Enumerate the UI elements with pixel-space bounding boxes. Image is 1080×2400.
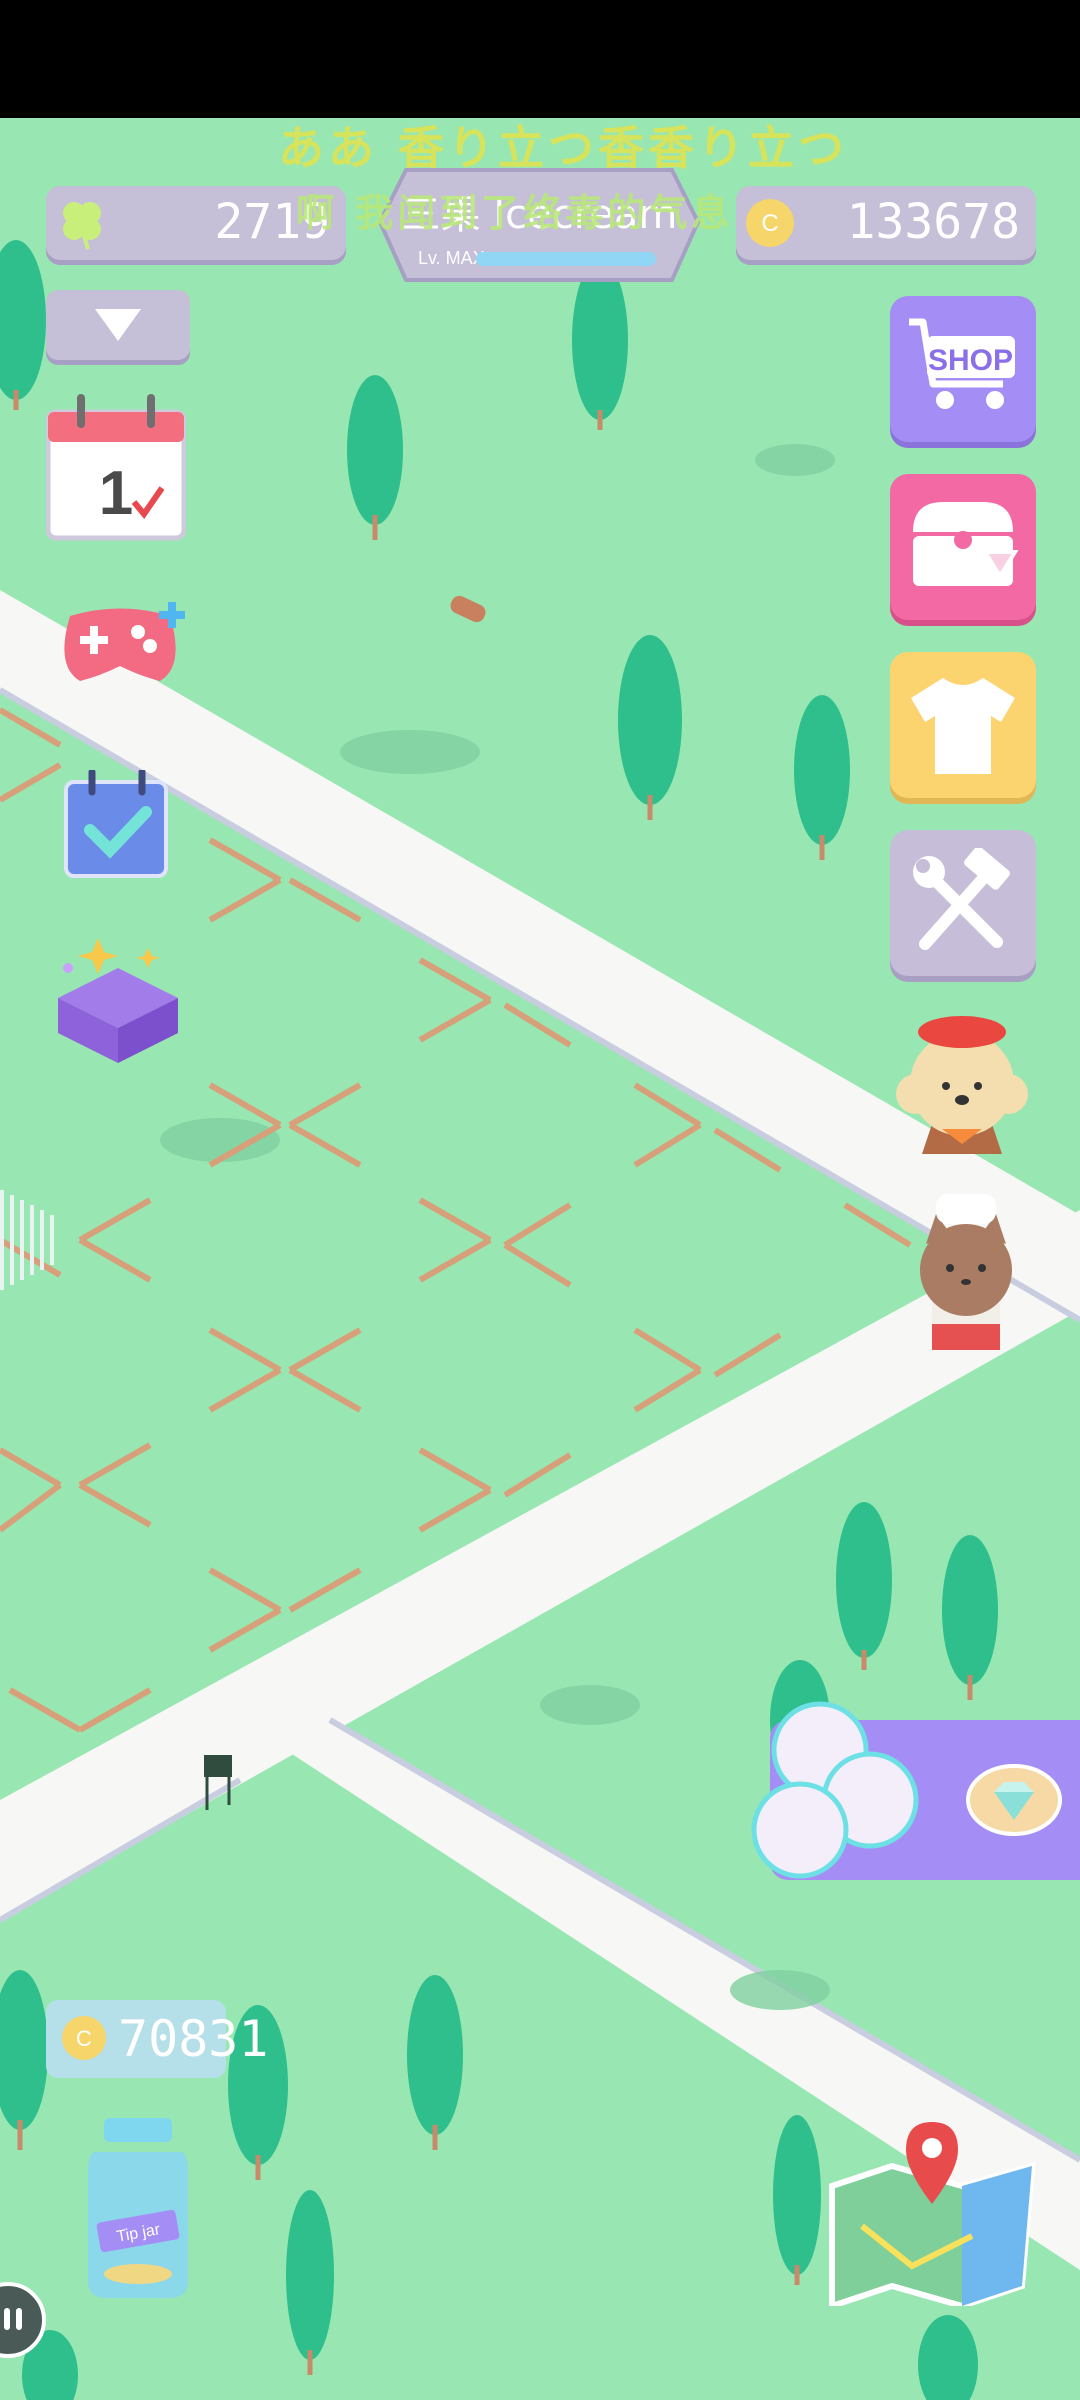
chat-button[interactable] <box>0 2280 46 2360</box>
log <box>450 595 486 623</box>
t-shirt-icon <box>911 678 1015 774</box>
hammer-wrench-icon <box>913 848 1010 950</box>
treasure-chest-icon <box>913 502 1019 586</box>
svg-text:C: C <box>761 210 778 237</box>
shop-label: SHOP <box>928 344 1014 377</box>
shop-button[interactable]: SHOP <box>890 296 1036 442</box>
coin-counter[interactable]: C 133678 <box>736 186 1036 260</box>
treasure-chest-button[interactable] <box>890 474 1036 620</box>
status-bar <box>0 0 1080 118</box>
level-label: Lv. MAX <box>418 248 485 268</box>
gift-box-icon[interactable] <box>48 928 188 1068</box>
ground-shadows <box>160 444 835 2010</box>
gamepad-icon[interactable] <box>50 596 190 696</box>
tip-jar-counter: C 70831 <box>46 2000 269 2078</box>
diamond-icon <box>966 1764 1062 1836</box>
tip-jar-value: 70831 <box>118 2010 269 2068</box>
calendar-icon[interactable]: 1 <box>46 392 186 542</box>
map-icon[interactable] <box>822 2116 1042 2306</box>
overlay-chinese-text: 啊 我闻到了络毒的气息 <box>296 191 734 235</box>
dog-chef-character[interactable] <box>882 1004 1042 1174</box>
coin-icon: C <box>746 199 794 247</box>
svg-text:C: C <box>76 2026 92 2051</box>
checklist-icon[interactable] <box>62 770 172 880</box>
cotton-ball-icon[interactable] <box>740 1690 940 1890</box>
dropdown-button[interactable] <box>46 290 190 360</box>
triangle-down-icon <box>95 309 141 341</box>
coin-icon: C <box>62 2016 106 2060</box>
cat-chef-character[interactable] <box>896 1184 1036 1354</box>
outfit-button[interactable] <box>890 652 1036 798</box>
tools-button[interactable] <box>890 830 1036 976</box>
svg-text:1: 1 <box>99 459 133 528</box>
tip-jar-icon[interactable]: Tip jar <box>78 2112 198 2302</box>
level-progress-bar <box>476 252 656 266</box>
coin-value: 133678 <box>846 194 1020 250</box>
clover-icon <box>63 202 101 250</box>
white-picket-fence <box>0 1190 54 1290</box>
